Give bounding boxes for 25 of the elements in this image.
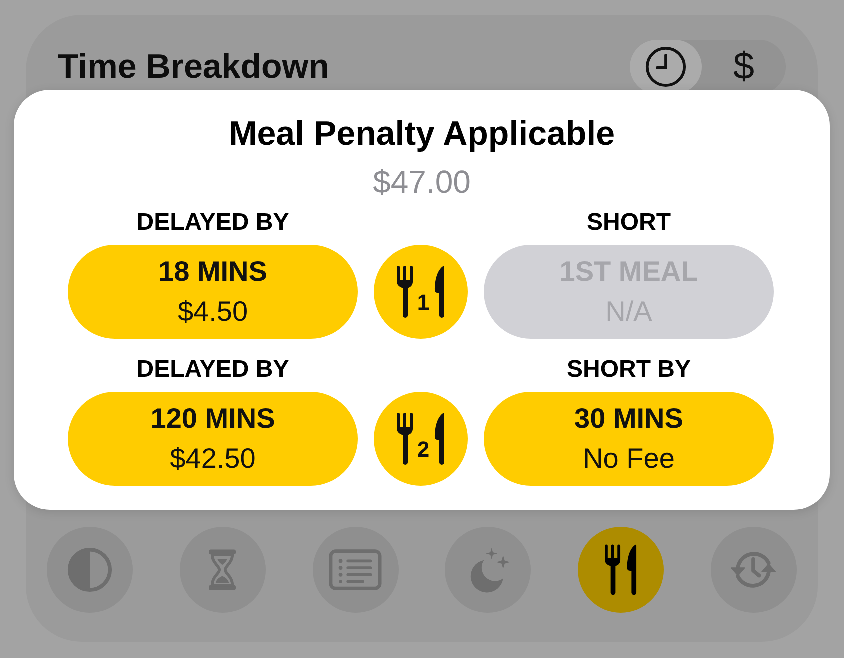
- section-title: Time Breakdown: [58, 50, 330, 84]
- pill-duration: 120 MINS: [150, 402, 276, 436]
- fork-icon: [397, 413, 414, 465]
- pill-duration: 18 MINS: [158, 255, 268, 289]
- dialog-title: Meal Penalty Applicable: [228, 114, 616, 155]
- dialog-total: $47.00: [373, 163, 471, 202]
- clock-icon: [645, 46, 687, 88]
- pill-heading: SHORT BY: [566, 355, 692, 385]
- contrast-icon: [67, 547, 113, 593]
- pill-fee: No Fee: [583, 442, 675, 476]
- pill-duration: 30 MINS: [574, 402, 684, 436]
- fork-icon: [397, 266, 414, 318]
- meal-number: 1: [417, 289, 430, 314]
- pill-heading: DELAYED BY: [136, 355, 290, 385]
- hourglass-icon: [209, 549, 236, 591]
- pill-heading: DELAYED BY: [136, 208, 290, 238]
- pill-fee: $4.50: [178, 295, 248, 329]
- pill-fee: $42.50: [170, 442, 256, 476]
- list-icon: [329, 549, 382, 591]
- knife-icon: [434, 266, 445, 318]
- dollar-segment[interactable]: $: [702, 40, 786, 94]
- fork-knife-icon: [604, 544, 638, 596]
- meal-number: 2: [417, 436, 430, 461]
- pill-heading: SHORT: [586, 208, 672, 238]
- knife-icon: [434, 413, 445, 465]
